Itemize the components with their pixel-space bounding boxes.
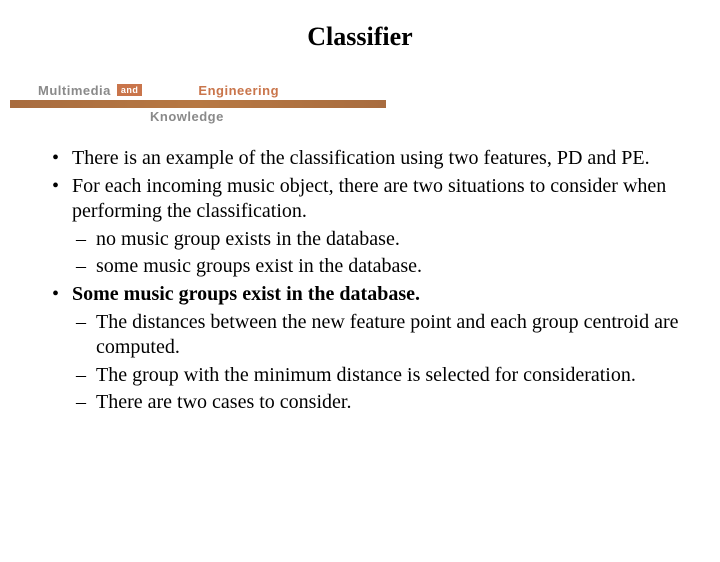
logo-word-engineering: Engineering (198, 83, 279, 98)
list-item: some music groups exist in the database. (72, 254, 680, 280)
logo-word-multimedia: Multimedia (38, 83, 111, 98)
sub-list: The distances between the new feature po… (72, 310, 680, 416)
list-item: The group with the minimum distance is s… (72, 363, 680, 389)
list-item: There is an example of the classificatio… (40, 146, 680, 172)
bullet-text: Some music groups exist in the database. (72, 283, 420, 305)
sub-text: There are two cases to consider. (96, 391, 351, 413)
list-item: Some music groups exist in the database.… (40, 282, 680, 416)
list-item: For each incoming music object, there ar… (40, 174, 680, 280)
sub-text: The distances between the new feature po… (96, 311, 679, 359)
slide-content: There is an example of the classificatio… (0, 146, 720, 416)
sub-list: no music group exists in the database. s… (72, 227, 680, 280)
bullet-list: There is an example of the classificatio… (40, 146, 680, 416)
sub-text: no music group exists in the database. (96, 228, 400, 250)
bullet-text: There is an example of the classificatio… (72, 147, 650, 169)
bullet-text: For each incoming music object, there ar… (72, 175, 666, 223)
logo-bar (10, 100, 386, 108)
list-item: There are two cases to consider. (72, 390, 680, 416)
sub-text: The group with the minimum distance is s… (96, 364, 636, 386)
logo-word-and: and (117, 84, 143, 96)
slide-title: Classifier (0, 22, 720, 52)
sub-text: some music groups exist in the database. (96, 255, 422, 277)
list-item: no music group exists in the database. (72, 227, 680, 253)
logo-word-knowledge: Knowledge (150, 109, 224, 124)
logo-banner: Multimedia and Engineering Knowledge (10, 80, 386, 122)
list-item: The distances between the new feature po… (72, 310, 680, 361)
